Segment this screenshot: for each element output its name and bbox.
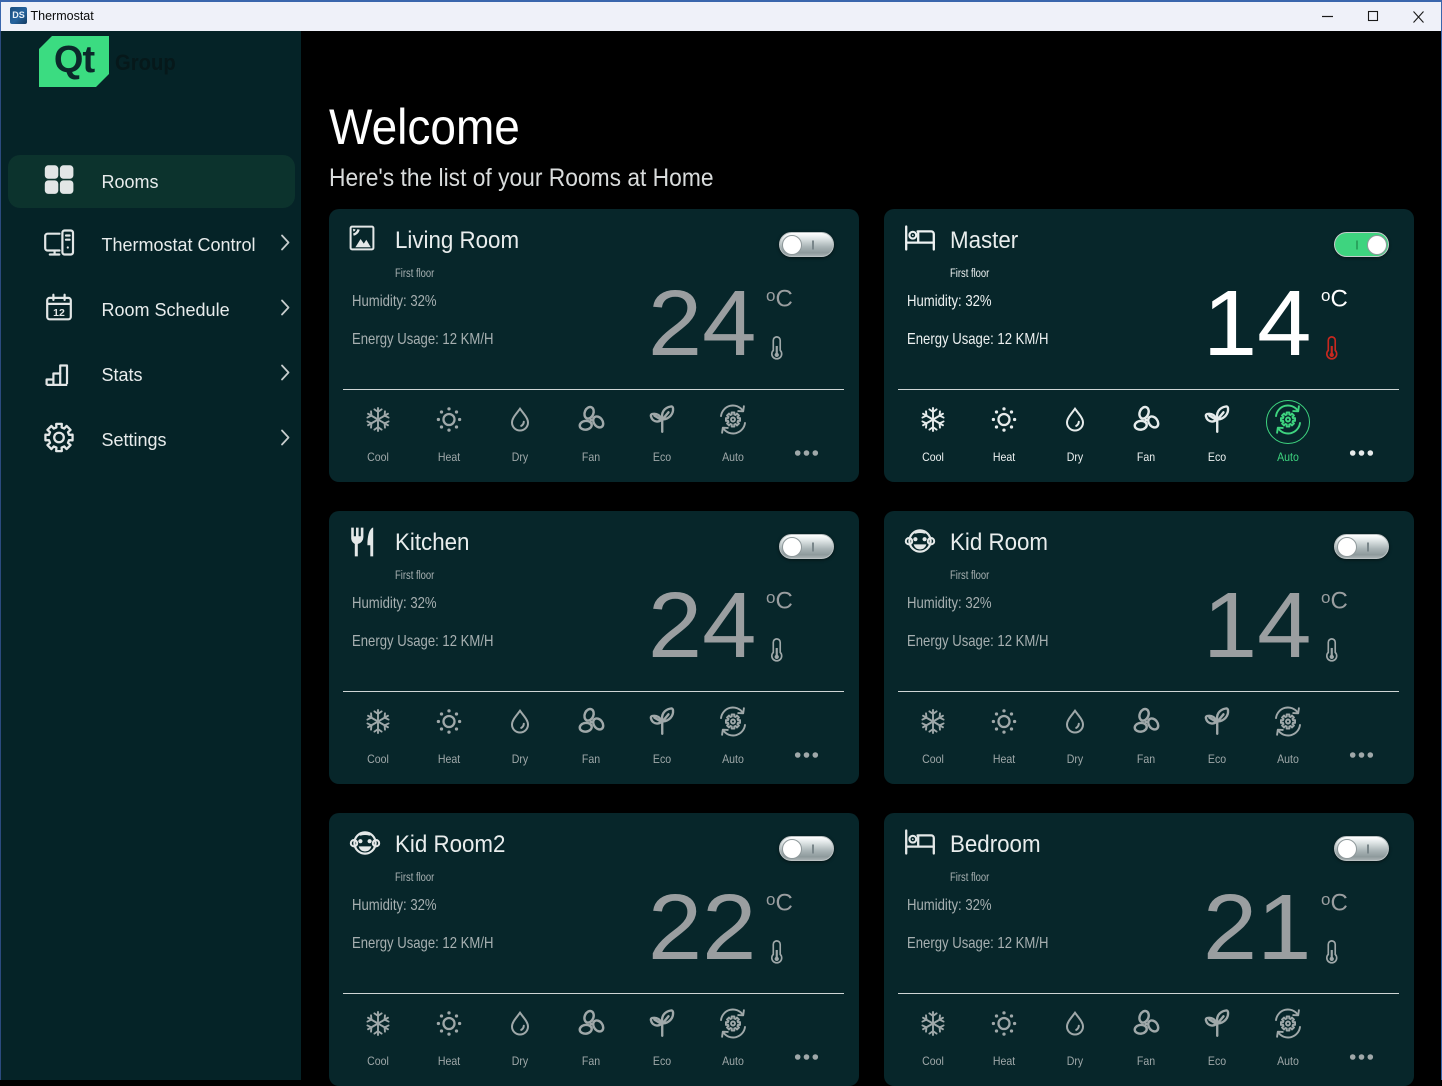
svg-text:12: 12: [53, 306, 65, 318]
